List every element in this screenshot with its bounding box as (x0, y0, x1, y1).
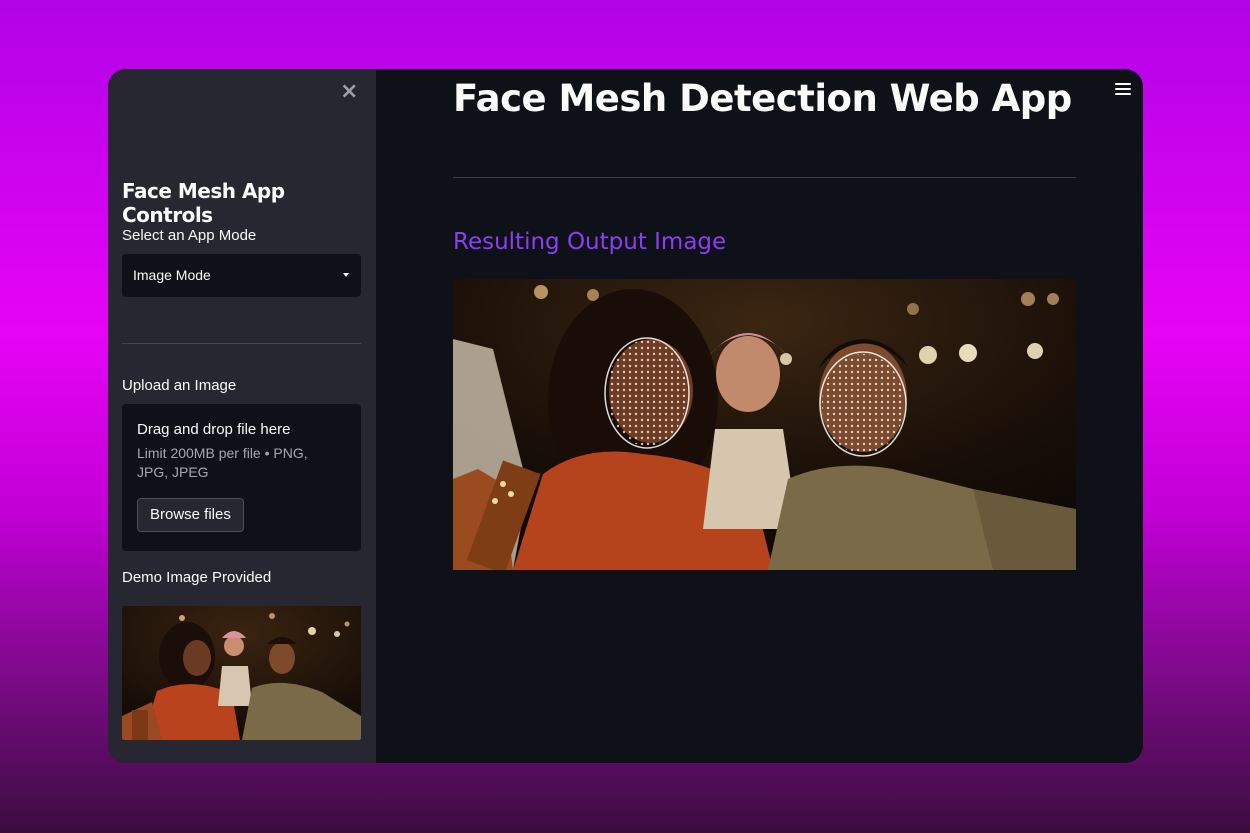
sidebar-title: Face Mesh App Controls (122, 179, 285, 227)
file-dropzone[interactable]: Drag and drop file here Limit 200MB per … (122, 404, 361, 551)
app-mode-label: Select an App Mode (122, 227, 257, 244)
upload-label: Upload an Image (122, 377, 237, 394)
chevron-down-icon (343, 273, 349, 277)
title-divider (453, 177, 1076, 178)
output-image (453, 279, 1076, 570)
app-mode-select[interactable]: Image Mode (122, 254, 361, 297)
app-window: × Face Mesh App Controls Select an App M… (108, 69, 1143, 763)
sidebar: × Face Mesh App Controls Select an App M… (108, 69, 376, 763)
dropzone-title: Drag and drop file here (137, 421, 291, 438)
browse-files-button[interactable]: Browse files (137, 498, 244, 532)
app-mode-value: Image Mode (133, 267, 211, 283)
sidebar-divider (122, 343, 361, 344)
demo-image (122, 606, 361, 740)
close-sidebar-button[interactable]: × (340, 81, 358, 103)
main-content: Face Mesh Detection Web App Resulting Ou… (376, 69, 1143, 763)
dropzone-limit-text: Limit 200MB per file • PNG, JPG, JPEG (137, 445, 308, 480)
page-title: Face Mesh Detection Web App (453, 77, 1072, 120)
section-title: Resulting Output Image (453, 229, 727, 255)
hamburger-menu-icon[interactable] (1115, 83, 1131, 97)
demo-image-label: Demo Image Provided (122, 569, 272, 586)
